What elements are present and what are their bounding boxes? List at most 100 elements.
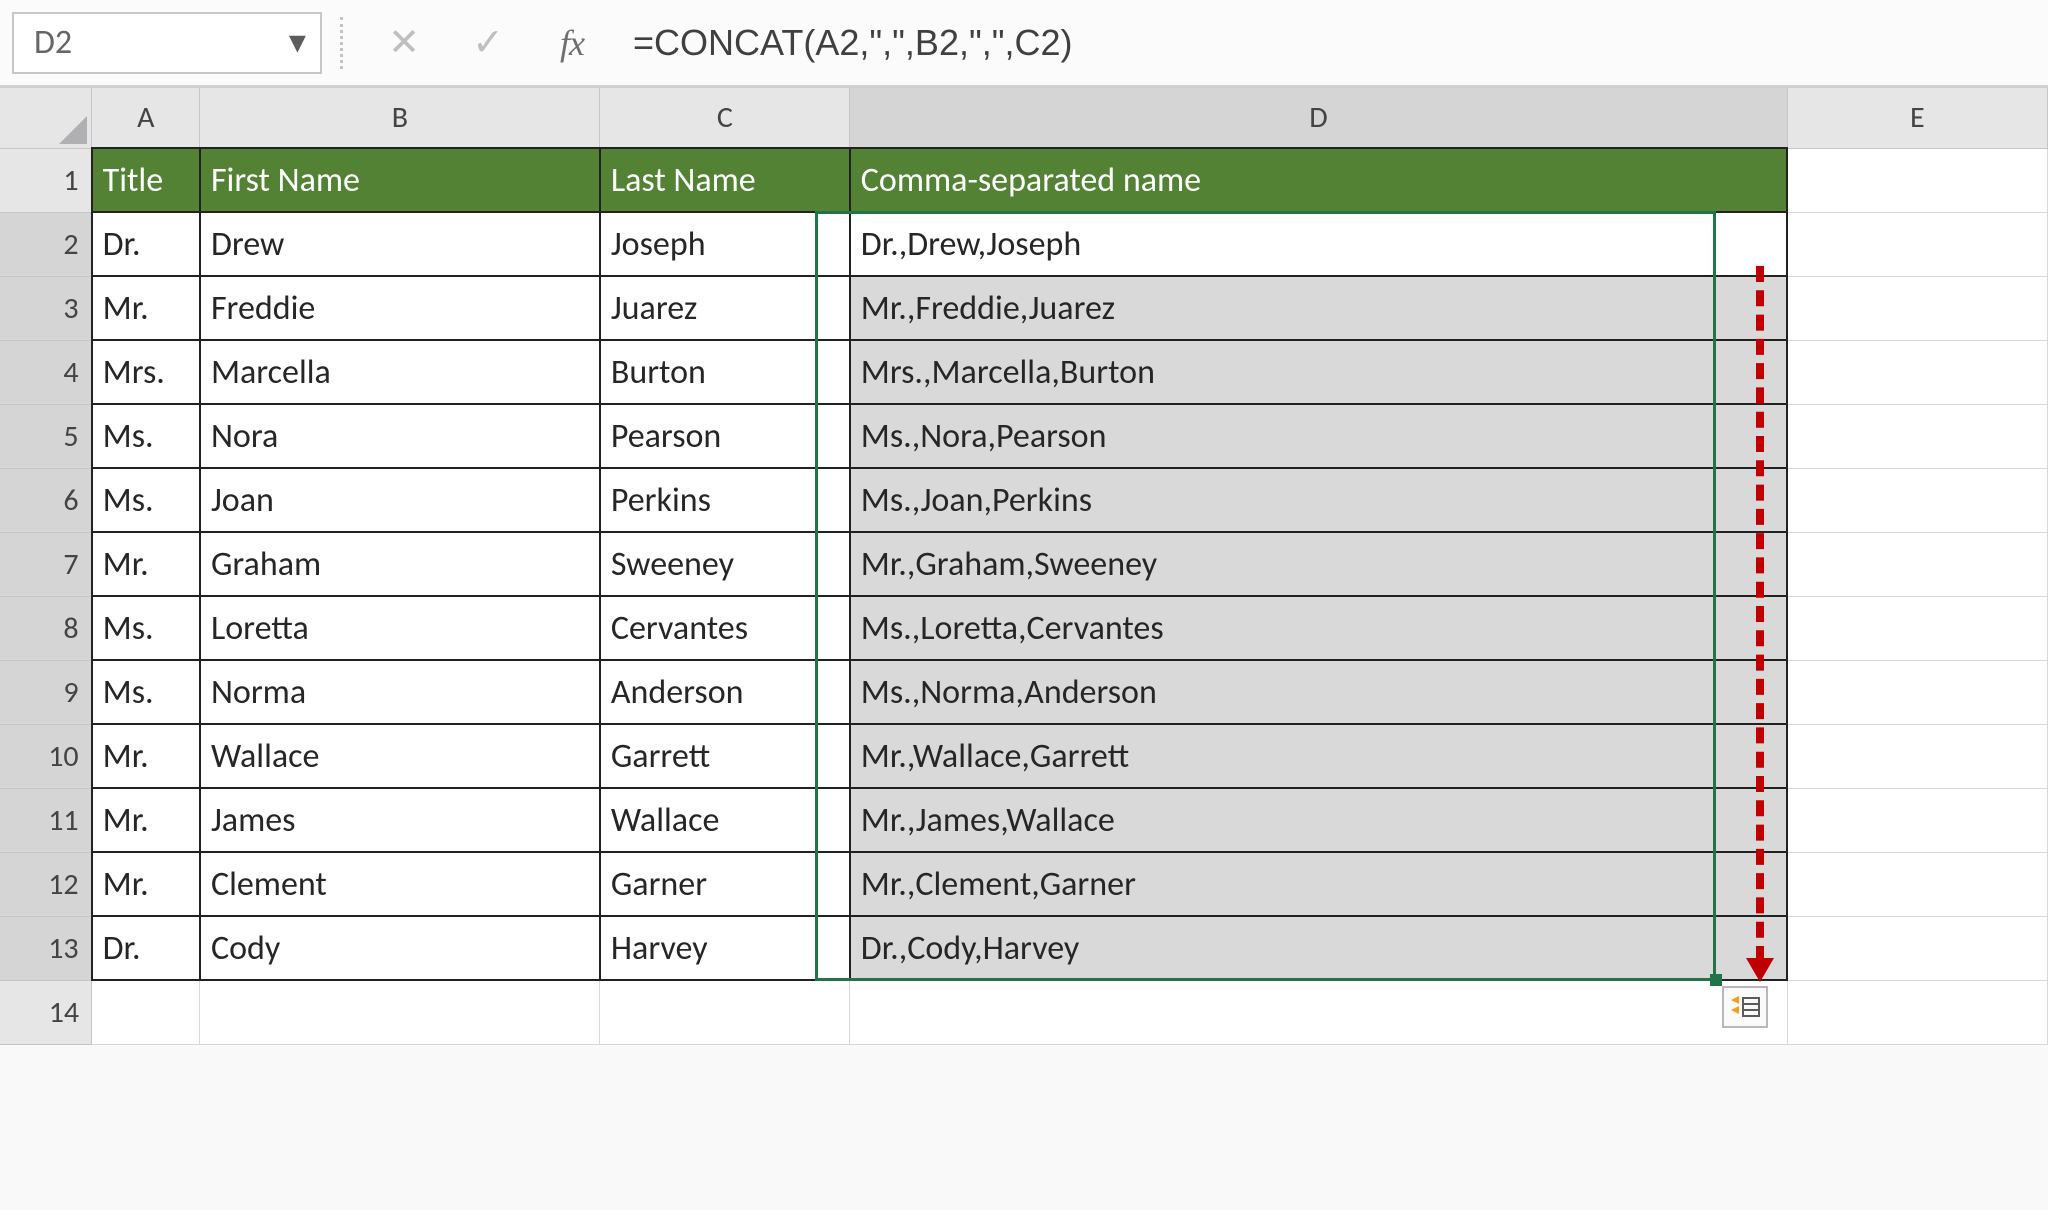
cell-B2[interactable]: Drew [200,212,600,276]
cell-D4[interactable]: Mrs.,Marcella,Burton [850,340,1787,404]
cell-C12[interactable]: Garner [600,852,850,916]
cell-B11[interactable]: James [200,788,600,852]
cell-A12[interactable]: Mr. [92,852,200,916]
insert-function-button[interactable]: fx [537,15,607,71]
cell-E10[interactable] [1787,724,2047,788]
cell-A2[interactable]: Dr. [92,212,200,276]
autofill-options-button[interactable] [1722,986,1768,1028]
cell-E9[interactable] [1787,660,2047,724]
cell-C4[interactable]: Burton [600,340,850,404]
separator [340,17,343,69]
cell-C13[interactable]: Harvey [600,916,850,980]
cell-E2[interactable] [1787,212,2047,276]
cell-B8[interactable]: Loretta [200,596,600,660]
cell-B5[interactable]: Nora [200,404,600,468]
col-header-C[interactable]: C [600,88,850,148]
cell-E1[interactable] [1787,148,2047,212]
row-header-7[interactable]: 7 [0,532,92,596]
col-header-D[interactable]: D [850,88,1787,148]
cell-E13[interactable] [1787,916,2047,980]
cell-A11[interactable]: Mr. [92,788,200,852]
cell-A8[interactable]: Ms. [92,596,200,660]
cell-A4[interactable]: Mrs. [92,340,200,404]
cell-E3[interactable] [1787,276,2047,340]
row-header-13[interactable]: 13 [0,916,92,980]
cell-D5[interactable]: Ms.,Nora,Pearson [850,404,1787,468]
cell-A10[interactable]: Mr. [92,724,200,788]
cell-B12[interactable]: Clement [200,852,600,916]
cell-D3[interactable]: Mr.,Freddie,Juarez [850,276,1787,340]
enter-button[interactable]: ✓ [453,15,523,71]
col-header-E[interactable]: E [1787,88,2047,148]
cell-C8[interactable]: Cervantes [600,596,850,660]
cell-D8[interactable]: Ms.,Loretta,Cervantes [850,596,1787,660]
cell-D11[interactable]: Mr.,James,Wallace [850,788,1787,852]
cell-B4[interactable]: Marcella [200,340,600,404]
cell-C2[interactable]: Joseph [600,212,850,276]
cell-B10[interactable]: Wallace [200,724,600,788]
cell-C9[interactable]: Anderson [600,660,850,724]
cell-E6[interactable] [1787,468,2047,532]
col-header-B[interactable]: B [200,88,600,148]
cell-C10[interactable]: Garrett [600,724,850,788]
cell-D12[interactable]: Mr.,Clement,Garner [850,852,1787,916]
cell-C14[interactable] [600,980,850,1044]
row-header-12[interactable]: 12 [0,852,92,916]
cell-B3[interactable]: Freddie [200,276,600,340]
cell-E7[interactable] [1787,532,2047,596]
cell-D7[interactable]: Mr.,Graham,Sweeney [850,532,1787,596]
chevron-down-icon[interactable]: ▾ [289,22,306,63]
cell-C5[interactable]: Pearson [600,404,850,468]
row-header-9[interactable]: 9 [0,660,92,724]
cell-D14[interactable] [850,980,1787,1044]
table-header-last-name[interactable]: Last Name [600,148,850,212]
cancel-button[interactable]: ✕ [369,15,439,71]
row-header-14[interactable]: 14 [0,980,92,1044]
cell-D10[interactable]: Mr.,Wallace,Garrett [850,724,1787,788]
cell-C11[interactable]: Wallace [600,788,850,852]
row-header-2[interactable]: 2 [0,212,92,276]
row-header-4[interactable]: 4 [0,340,92,404]
row-header-1[interactable]: 1 [0,148,92,212]
cell-C6[interactable]: Perkins [600,468,850,532]
cell-B7[interactable]: Graham [200,532,600,596]
cell-E14[interactable] [1787,980,2047,1044]
cell-D6[interactable]: Ms.,Joan,Perkins [850,468,1787,532]
cell-E11[interactable] [1787,788,2047,852]
select-all-corner[interactable] [0,88,92,148]
cell-B9[interactable]: Norma [200,660,600,724]
cell-E12[interactable] [1787,852,2047,916]
name-box[interactable]: D2 ▾ [12,12,322,74]
row-header-10[interactable]: 10 [0,724,92,788]
col-header-A[interactable]: A [92,88,200,148]
row-header-11[interactable]: 11 [0,788,92,852]
cell-C7[interactable]: Sweeney [600,532,850,596]
table-header-first-name[interactable]: First Name [200,148,600,212]
row-header-5[interactable]: 5 [0,404,92,468]
cell-A5[interactable]: Ms. [92,404,200,468]
cell-D2[interactable]: Dr.,Drew,Joseph [850,212,1787,276]
cell-E5[interactable] [1787,404,2047,468]
cell-E4[interactable] [1787,340,2047,404]
table-header-concat[interactable]: Comma-separated name [850,148,1787,212]
cell-A13[interactable]: Dr. [92,916,200,980]
cell-A6[interactable]: Ms. [92,468,200,532]
cell-B14[interactable] [200,980,600,1044]
row-header-8[interactable]: 8 [0,596,92,660]
row-header-3[interactable]: 3 [0,276,92,340]
cell-A3[interactable]: Mr. [92,276,200,340]
cell-A7[interactable]: Mr. [92,532,200,596]
formula-input[interactable] [621,14,2036,72]
cell-A14[interactable] [92,980,200,1044]
cell-D9[interactable]: Ms.,Norma,Anderson [850,660,1787,724]
cell-A9[interactable]: Ms. [92,660,200,724]
row-header-6[interactable]: 6 [0,468,92,532]
cell-B13[interactable]: Cody [200,916,600,980]
cell-D13[interactable]: Dr.,Cody,Harvey [850,916,1787,980]
cell-B6[interactable]: Joan [200,468,600,532]
cell-C3[interactable]: Juarez [600,276,850,340]
fill-handle[interactable] [1710,974,1722,986]
table-header-title[interactable]: Title [92,148,200,212]
cell-E8[interactable] [1787,596,2047,660]
worksheet-grid[interactable]: ABCDE 1TitleFirst NameLast NameComma-sep… [0,88,2048,1045]
